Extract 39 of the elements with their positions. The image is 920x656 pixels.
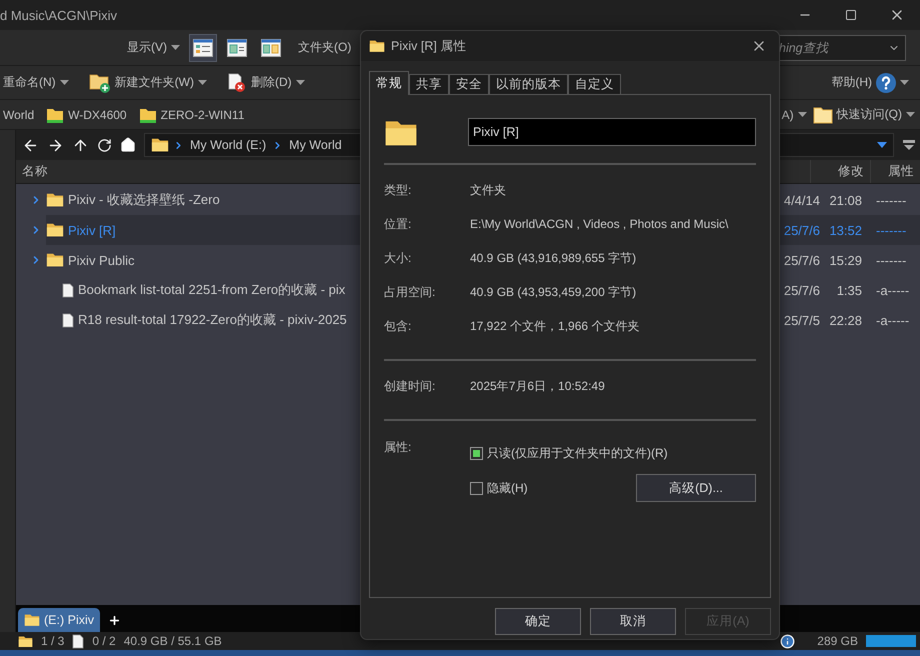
property-value: 文件夹 <box>470 182 506 198</box>
modified-date: 25/7/6 <box>782 222 820 238</box>
modified-time: 1:35 <box>836 282 862 298</box>
property-value: 2025年7月6日，10:52:49 <box>470 378 605 394</box>
property-label: 大小: <box>384 250 412 266</box>
property-label: 类型: <box>384 182 412 198</box>
property-value: 40.9 GB (43,916,989,655 字节) <box>470 250 636 266</box>
property-label: 位置: <box>384 216 412 232</box>
file-name: Pixiv [R] <box>68 222 116 238</box>
property-value: 17,922 个文件，1,966 个文件夹 <box>470 318 640 334</box>
modified-date: 25/7/5 <box>782 312 820 328</box>
attributes-text: ------- <box>875 192 908 208</box>
property-label: 占用空间: <box>384 284 436 300</box>
modified-time: 22:28 <box>828 312 862 328</box>
attributes-text: ------- <box>875 222 908 238</box>
dialog-title: Pixiv [R] 属性 <box>391 38 466 54</box>
free-space: 289 GB <box>817 634 858 648</box>
file-name: Pixiv - 收藏选择壁纸 -Zero <box>68 191 220 209</box>
attributes-text: -a----- <box>875 312 910 328</box>
file-name: Pixiv Public <box>68 252 134 268</box>
modified-time: 15:29 <box>828 252 862 268</box>
modified-date: 25/7/6 <box>782 282 820 298</box>
property-label: 创建时间: <box>384 378 436 394</box>
property-value: E:\My World\ACGN , Videos , Photos and Music\ <box>470 217 728 231</box>
file-name: R18 result-total 17922-Zero的收藏 - pixiv-2025 <box>78 311 347 329</box>
file-name: Bookmark list-total 2251-from Zero的收藏 - pix <box>78 281 346 299</box>
property-value: 40.9 GB (43,953,459,200 字节) <box>470 284 636 300</box>
attributes-text: -a----- <box>875 282 910 298</box>
folder-count: 1 / 3 <box>41 634 64 648</box>
selection-size: 40.9 GB / 55.1 GB <box>124 634 222 648</box>
modified-time: 21:08 <box>828 192 862 208</box>
modified-date: 4/4/14 <box>782 192 820 208</box>
property-label: 属性: <box>384 439 412 456</box>
modified-time: 13:52 <box>828 222 862 238</box>
modified-date: 25/7/6 <box>782 252 820 268</box>
window-title: d Music\ACGN\Pixiv <box>0 8 118 22</box>
property-label: 包含: <box>384 318 412 334</box>
file-count: 0 / 2 <box>92 634 116 648</box>
attributes-text: ------- <box>875 252 908 268</box>
